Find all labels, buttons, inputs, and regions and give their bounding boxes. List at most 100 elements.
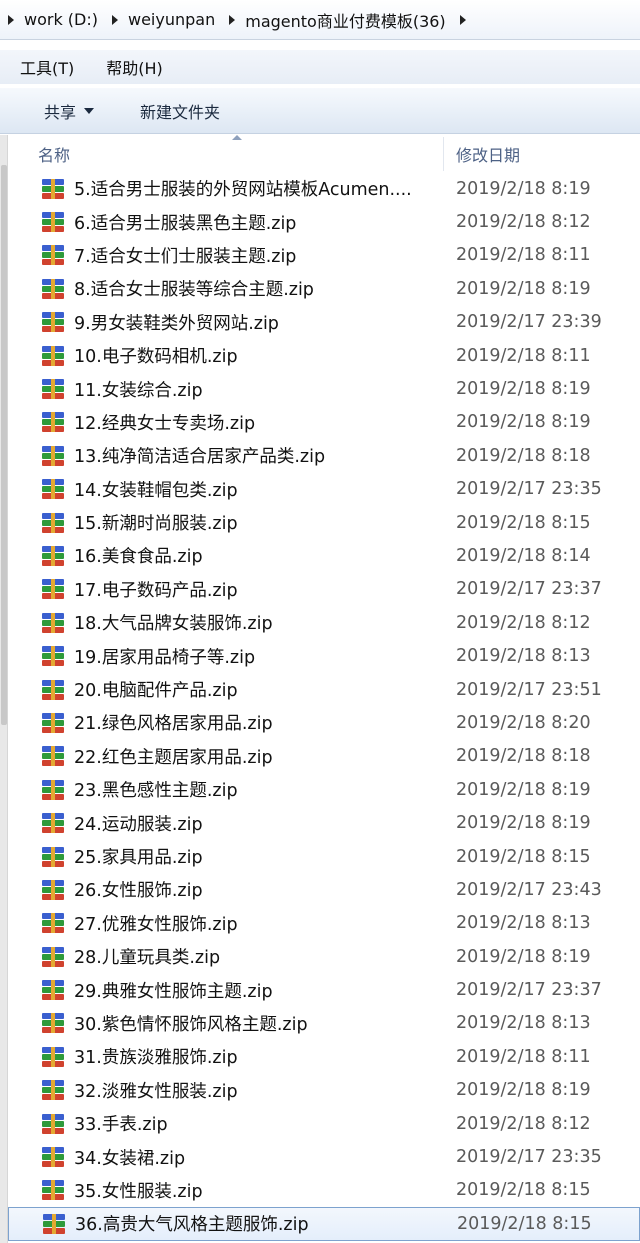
file-name: 8.适合女士服装等综合主题.zip [74, 280, 314, 301]
file-row[interactable]: 36.高贵大气风格主题服饰.zip 2019/2/18 8:15 [8, 1207, 640, 1241]
file-name: 9.男女装鞋类外贸网站.zip [74, 313, 279, 334]
file-date: 2019/2/17 23:43 [456, 879, 602, 900]
file-row[interactable]: 5.适合男士服装的外贸网站模板Acumen.... 2019/2/18 8:19 [8, 172, 640, 205]
file-row[interactable]: 12.经典女士专卖场.zip 2019/2/18 8:19 [8, 406, 640, 439]
file-name: 36.高贵大气风格主题服饰.zip [75, 1215, 309, 1236]
file-row[interactable]: 26.女性服饰.zip 2019/2/17 23:43 [8, 873, 640, 906]
file-name: 6.适合男士服装黑色主题.zip [74, 213, 297, 234]
file-date: 2019/2/18 8:14 [456, 545, 591, 566]
column-date-label: 修改日期 [456, 146, 521, 165]
zip-archive-icon [42, 846, 64, 867]
file-row[interactable]: 24.运动服装.zip 2019/2/18 8:19 [8, 806, 640, 839]
file-row[interactable]: 29.典雅女性服饰主题.zip 2019/2/17 23:37 [8, 973, 640, 1006]
menu-tools[interactable]: 工具(T) [0, 55, 86, 79]
file-row[interactable]: 14.女装鞋帽包类.zip 2019/2/17 23:35 [8, 473, 640, 506]
file-row[interactable]: 15.新潮时尚服装.zip 2019/2/18 8:15 [8, 506, 640, 539]
share-label: 共享 [44, 102, 77, 122]
file-name: 35.女性服装.zip [74, 1181, 203, 1202]
file-rows: 5.适合男士服装的外贸网站模板Acumen.... 2019/2/18 8:19 6… [8, 172, 640, 1241]
zip-archive-icon [42, 579, 64, 600]
file-row[interactable]: 13.纯净简洁适合居家产品类.zip 2019/2/18 8:18 [8, 439, 640, 472]
zip-archive-icon [42, 245, 64, 266]
zip-archive-icon [42, 1113, 64, 1134]
file-date: 2019/2/18 8:15 [457, 1213, 592, 1234]
file-row[interactable]: 18.大气品牌女装服饰.zip 2019/2/18 8:12 [8, 606, 640, 639]
column-name-label: 名称 [38, 146, 71, 165]
zip-archive-icon [42, 1046, 64, 1067]
file-row[interactable]: 19.居家用品椅子等.zip 2019/2/18 8:13 [8, 639, 640, 672]
file-name: 14.女装鞋帽包类.zip [74, 480, 238, 501]
file-row[interactable]: 31.贵族淡雅服饰.zip 2019/2/18 8:11 [8, 1040, 640, 1073]
file-date: 2019/2/18 8:19 [456, 1080, 591, 1101]
chevron-right-icon[interactable] [112, 14, 118, 25]
file-row[interactable]: 28.儿童玩具类.zip 2019/2/18 8:19 [8, 940, 640, 973]
zip-archive-icon [42, 379, 64, 400]
file-row[interactable]: 7.适合女士们士服装主题.zip 2019/2/18 8:11 [8, 239, 640, 272]
chevron-right-icon[interactable] [229, 14, 236, 25]
column-header-date[interactable]: 修改日期 [444, 137, 520, 171]
file-row[interactable]: 17.电子数码产品.zip 2019/2/17 23:37 [8, 573, 640, 606]
file-row[interactable]: 11.女装综合.zip 2019/2/18 8:19 [8, 372, 640, 405]
file-name: 34.女装裙.zip [74, 1148, 186, 1169]
file-date: 2019/2/18 8:15 [456, 512, 591, 533]
file-date: 2019/2/18 8:18 [456, 445, 591, 466]
zip-archive-icon [42, 946, 64, 967]
file-name: 13.纯净简洁适合居家产品类.zip [74, 447, 326, 468]
chevron-right-icon[interactable] [8, 14, 14, 25]
file-date: 2019/2/17 23:39 [456, 312, 602, 333]
file-row[interactable]: 23.黑色感性主题.zip 2019/2/18 8:19 [8, 773, 640, 806]
breadcrumb-folder[interactable]: weiyunpan [128, 10, 215, 29]
file-name: 22.红色主题居家用品.zip [74, 747, 273, 768]
file-row[interactable]: 25.家具用品.zip 2019/2/18 8:15 [8, 840, 640, 873]
menu-bar: 工具(T) 帮助(H) [0, 50, 640, 84]
file-date: 2019/2/18 8:12 [456, 612, 591, 633]
new-folder-button[interactable]: 新建文件夹 [114, 99, 240, 123]
file-row[interactable]: 27.优雅女性服饰.zip 2019/2/18 8:13 [8, 907, 640, 940]
file-date: 2019/2/17 23:35 [456, 1147, 602, 1168]
share-button[interactable]: 共享 [0, 99, 114, 123]
file-row[interactable]: 16.美食食品.zip 2019/2/18 8:14 [8, 539, 640, 572]
scrollbar-thumb[interactable] [1, 165, 7, 725]
file-date: 2019/2/17 23:37 [456, 980, 602, 1001]
file-row[interactable]: 32.淡雅女性服装.zip 2019/2/18 8:19 [8, 1074, 640, 1107]
column-header-name[interactable]: 名称 [8, 135, 444, 171]
file-row[interactable]: 30.紫色情怀服饰风格主题.zip 2019/2/18 8:13 [8, 1007, 640, 1040]
chevron-right-icon[interactable] [459, 14, 466, 25]
file-row[interactable]: 21.绿色风格居家用品.zip 2019/2/18 8:20 [8, 706, 640, 739]
file-name: 18.大气品牌女装服饰.zip [74, 614, 273, 635]
file-name: 7.适合女士们士服装主题.zip [74, 246, 297, 267]
file-name: 30.紫色情怀服饰风格主题.zip [74, 1014, 308, 1035]
address-bar[interactable]: work (D:) weiyunpan magento商业付费模板(36) [0, 0, 640, 40]
file-name: 23.黑色感性主题.zip [74, 781, 238, 802]
zip-archive-icon [42, 345, 64, 366]
zip-archive-icon [42, 412, 64, 433]
new-folder-label: 新建文件夹 [140, 102, 221, 122]
file-row[interactable]: 8.适合女士服装等综合主题.zip 2019/2/18 8:19 [8, 272, 640, 305]
file-row[interactable]: 10.电子数码相机.zip 2019/2/18 8:11 [8, 339, 640, 372]
file-name: 11.女装综合.zip [74, 380, 203, 401]
file-name: 5.适合男士服装的外贸网站模板Acumen.... [74, 180, 412, 201]
menu-help[interactable]: 帮助(H) [86, 55, 175, 79]
file-name: 10.电子数码相机.zip [74, 347, 238, 368]
file-row[interactable]: 9.男女装鞋类外贸网站.zip 2019/2/17 23:39 [8, 306, 640, 339]
file-row[interactable]: 20.电脑配件产品.zip 2019/2/17 23:51 [8, 673, 640, 706]
chevron-down-icon [84, 107, 95, 114]
file-row[interactable]: 6.适合男士服装黑色主题.zip 2019/2/18 8:12 [8, 205, 640, 238]
breadcrumb-current[interactable]: magento商业付费模板(36) [245, 8, 445, 32]
zip-archive-icon [42, 479, 64, 500]
scrollbar[interactable] [0, 135, 8, 1243]
file-row[interactable]: 33.手表.zip 2019/2/18 8:12 [8, 1107, 640, 1140]
zip-archive-icon [42, 913, 64, 934]
breadcrumb-drive[interactable]: work (D:) [24, 10, 98, 29]
file-row[interactable]: 35.女性服装.zip 2019/2/18 8:15 [8, 1174, 640, 1207]
file-name: 12.经典女士专卖场.zip [74, 413, 256, 434]
file-name: 15.新潮时尚服装.zip [74, 514, 238, 535]
file-date: 2019/2/18 8:19 [456, 278, 591, 299]
zip-archive-icon [42, 1013, 64, 1034]
file-row[interactable]: 34.女装裙.zip 2019/2/17 23:35 [8, 1140, 640, 1173]
file-name: 24.运动服装.zip [74, 814, 203, 835]
zip-archive-icon [42, 779, 64, 800]
file-row[interactable]: 22.红色主题居家用品.zip 2019/2/18 8:18 [8, 740, 640, 773]
zip-archive-icon [42, 512, 64, 533]
file-date: 2019/2/18 8:19 [456, 178, 591, 199]
